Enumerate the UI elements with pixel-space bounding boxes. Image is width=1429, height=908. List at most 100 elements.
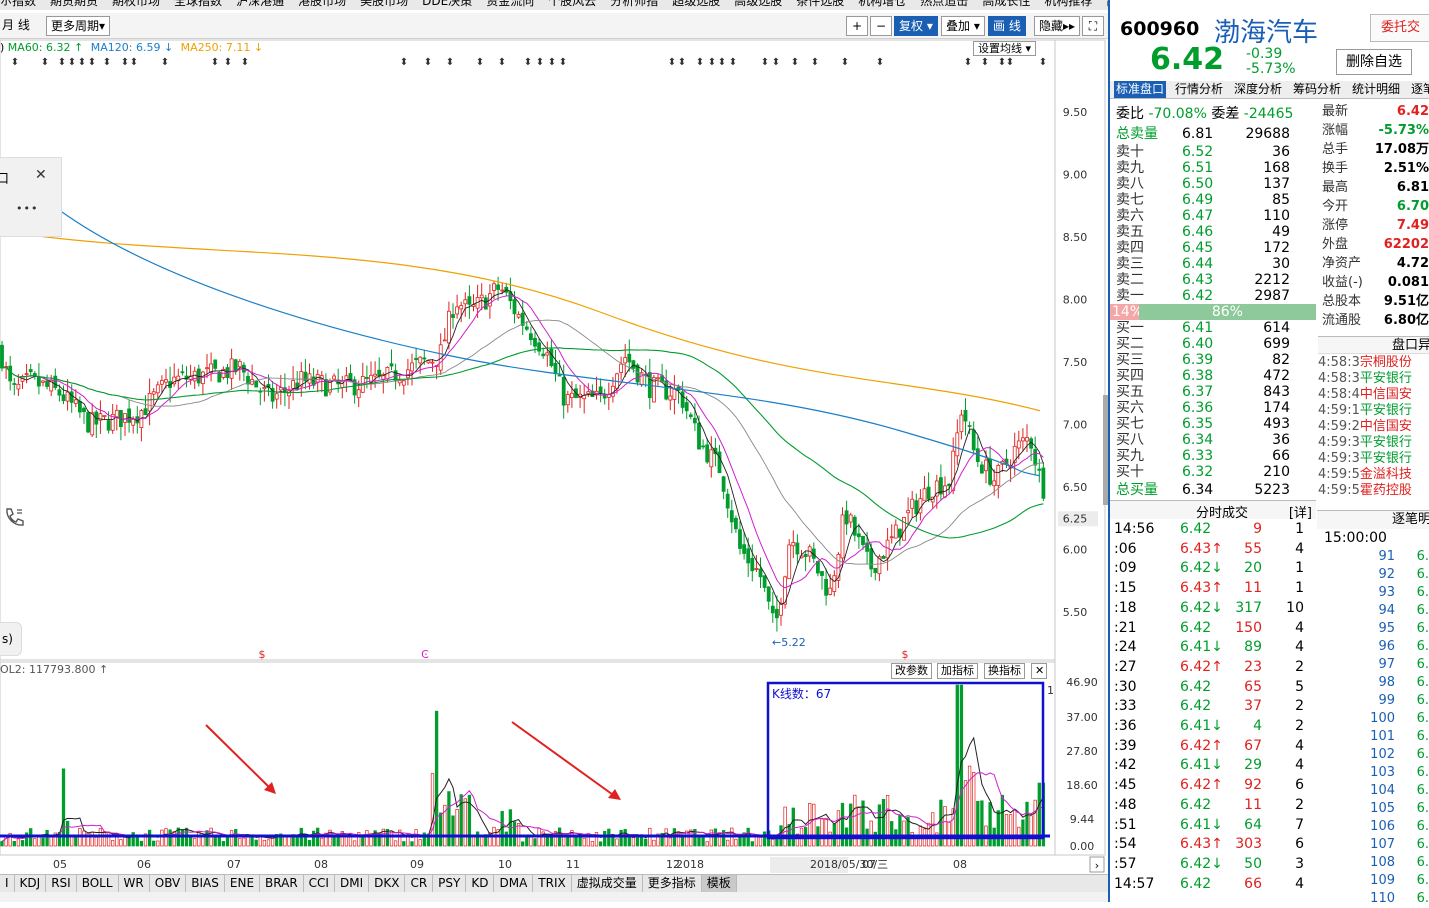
event-marker-icon[interactable]: ⬍ xyxy=(498,57,506,68)
order-button[interactable]: 委托交 xyxy=(1370,14,1429,42)
marker-s-icon[interactable]: $ xyxy=(902,648,909,661)
event-marker-icon[interactable]: ⬍ xyxy=(696,57,704,68)
close-icon[interactable]: ✕ xyxy=(35,167,47,183)
indicator-tab[interactable]: BRAR xyxy=(260,875,304,892)
event-marker-icon[interactable]: ⬍ xyxy=(424,57,432,68)
event-marker-icon[interactable]: ⬍ xyxy=(224,57,232,68)
pankou-row[interactable]: 4:59:3平安银行 xyxy=(1318,451,1412,467)
pankou-row[interactable]: 4:59:5霍药控股 xyxy=(1318,483,1412,499)
change-params-button[interactable]: 改参数 xyxy=(891,663,932,679)
event-marker-icon[interactable]: ⬍ xyxy=(446,57,454,68)
volume-bar xyxy=(385,828,390,847)
event-marker-icon[interactable]: ⬍ xyxy=(121,57,129,68)
quote-tab[interactable]: 筹码分析 xyxy=(1291,81,1343,98)
event-marker-icon[interactable]: ⬍ xyxy=(536,57,544,68)
event-marker-icon[interactable]: ⬍ xyxy=(68,57,76,68)
pankou-row[interactable]: 4:59:2中信国安 xyxy=(1318,419,1412,435)
event-marker-icon[interactable]: ⬍ xyxy=(718,57,726,68)
volume-bar xyxy=(607,828,611,847)
event-marker-icon[interactable]: ⬍ xyxy=(103,57,111,68)
indicator-tab[interactable]: 虚拟成交量 xyxy=(572,875,643,892)
pankou-list[interactable]: 4:58:3宗桐股份 4:58:3平安银行 4:58:4中信国安 4:59:1平安银行… xyxy=(1318,355,1429,505)
candle-body xyxy=(963,409,968,422)
indicator-tab[interactable]: BOLL xyxy=(77,875,119,892)
indicator-tab[interactable]: WR xyxy=(119,875,150,892)
phone-icon[interactable] xyxy=(2,505,26,529)
more-icon[interactable]: ••• xyxy=(16,202,38,215)
event-marker-icon[interactable]: ⬍ xyxy=(981,57,989,68)
x-axis-label: 2018 xyxy=(676,858,704,871)
event-marker-icon[interactable]: ⬍ xyxy=(211,57,219,68)
event-marker-icon[interactable]: ⬍ xyxy=(241,57,249,68)
quote-tab[interactable]: 行情分析 xyxy=(1173,81,1225,98)
event-marker-icon[interactable]: ⬍ xyxy=(1039,57,1047,68)
event-marker-icon[interactable]: ⬍ xyxy=(161,57,169,68)
ticks-detail-link[interactable]: [详] xyxy=(1289,502,1312,521)
event-marker-icon[interactable]: ⬍ xyxy=(559,57,567,68)
event-marker-icon[interactable]: ⬍ xyxy=(41,57,49,68)
indicator-tab[interactable]: 模板 xyxy=(701,875,737,892)
side-toggle-button[interactable]: s) xyxy=(0,622,22,656)
pankou-row[interactable]: 4:58:3平安银行 xyxy=(1318,371,1412,387)
event-marker-icon[interactable]: ⬍ xyxy=(678,57,686,68)
indicator-tab[interactable]: PSY xyxy=(433,875,467,892)
candle-body xyxy=(971,429,976,451)
indicator-tab[interactable]: TRIX xyxy=(533,875,572,892)
stat-row: 最高 6.81 xyxy=(1322,180,1429,195)
event-marker-icon[interactable]: ⬍ xyxy=(772,57,780,68)
event-marker-icon[interactable]: ⬍ xyxy=(729,57,737,68)
indicator-tab[interactable]: 更多指标 xyxy=(643,875,702,892)
pankou-row[interactable]: 4:59:1平安银行 xyxy=(1318,403,1412,419)
pankou-row[interactable]: 4:58:4中信国安 xyxy=(1318,387,1412,403)
indicator-tab[interactable]: BIAS xyxy=(186,875,225,892)
delete-favorite-button[interactable]: 删除自选 xyxy=(1336,49,1412,75)
indicator-tab[interactable]: DMI xyxy=(335,875,370,892)
swap-indicator-button[interactable]: 换指标 xyxy=(984,663,1025,679)
marker-c-icon[interactable]: Ͼ xyxy=(421,648,429,661)
event-marker-icon[interactable]: ⬍ xyxy=(88,57,96,68)
event-marker-icon[interactable]: ⬍ xyxy=(876,57,884,68)
marker-s-icon[interactable]: $ xyxy=(259,648,266,661)
event-marker-icon[interactable]: ⬍ xyxy=(58,57,66,68)
quote-tab[interactable]: 深度分析 xyxy=(1232,81,1284,98)
indicator-tab[interactable]: DMA xyxy=(494,875,534,892)
event-marker-icon[interactable]: ⬍ xyxy=(668,57,676,68)
event-marker-icon[interactable]: ⬍ xyxy=(476,57,484,68)
indicator-tab[interactable]: CCI xyxy=(304,875,335,892)
event-marker-icon[interactable]: ⬍ xyxy=(791,57,799,68)
close-icon[interactable]: ✕ xyxy=(1031,663,1047,679)
candle-body xyxy=(881,556,886,559)
pankou-row[interactable]: 4:59:3平安银行 xyxy=(1318,435,1412,451)
event-marker-icon[interactable]: ⬍ xyxy=(964,57,972,68)
event-marker-icon[interactable]: ⬍ xyxy=(811,57,819,68)
weicha-value: -24465 xyxy=(1243,106,1294,122)
quote-tab[interactable]: 标准盘口 xyxy=(1114,81,1167,98)
indicator-tab[interactable]: I xyxy=(0,875,15,892)
quote-tab[interactable]: 逐笔 xyxy=(1409,81,1429,98)
indicator-tab[interactable]: OBV xyxy=(150,875,187,892)
add-indicator-button[interactable]: 加指标 xyxy=(937,663,978,679)
event-marker-icon[interactable]: ⬍ xyxy=(130,57,138,68)
volume-bar xyxy=(1013,809,1017,847)
indicator-tab[interactable]: KDJ xyxy=(15,875,47,892)
pankou-row[interactable]: 4:58:3宗桐股份 xyxy=(1318,355,1412,371)
candle-body xyxy=(262,387,267,390)
pankou-row[interactable]: 4:59:5金溢科技 xyxy=(1318,467,1412,483)
event-marker-icon[interactable]: ⬍ xyxy=(548,57,556,68)
event-marker-icon[interactable]: ⬍ xyxy=(841,57,849,68)
indicator-tab[interactable]: KD xyxy=(466,875,495,892)
indicator-tab[interactable]: RSI xyxy=(46,875,77,892)
event-marker-icon[interactable]: ⬍ xyxy=(78,57,86,68)
indicator-tab[interactable]: CR xyxy=(405,875,434,892)
indicator-tab[interactable]: ENE xyxy=(225,875,261,892)
indicator-tab[interactable]: DKX xyxy=(369,875,406,892)
quote-tab[interactable]: 统计明细 xyxy=(1350,81,1402,98)
event-marker-icon[interactable]: ⬍ xyxy=(11,57,19,68)
event-marker-icon[interactable]: ⬍ xyxy=(400,57,408,68)
event-marker-icon[interactable]: ⬍ xyxy=(761,57,769,68)
kline-chart[interactable]: 9.50 9.00 8.50 8.00 7.50 7.00 6.50 6.25 6.00 5.50… xyxy=(0,0,1108,874)
event-marker-icon[interactable]: ⬍ xyxy=(708,57,716,68)
event-marker-icon[interactable]: ⬍ xyxy=(524,57,532,68)
candle-body xyxy=(213,359,218,369)
event-marker-icon[interactable]: ⬍ xyxy=(1006,57,1014,68)
